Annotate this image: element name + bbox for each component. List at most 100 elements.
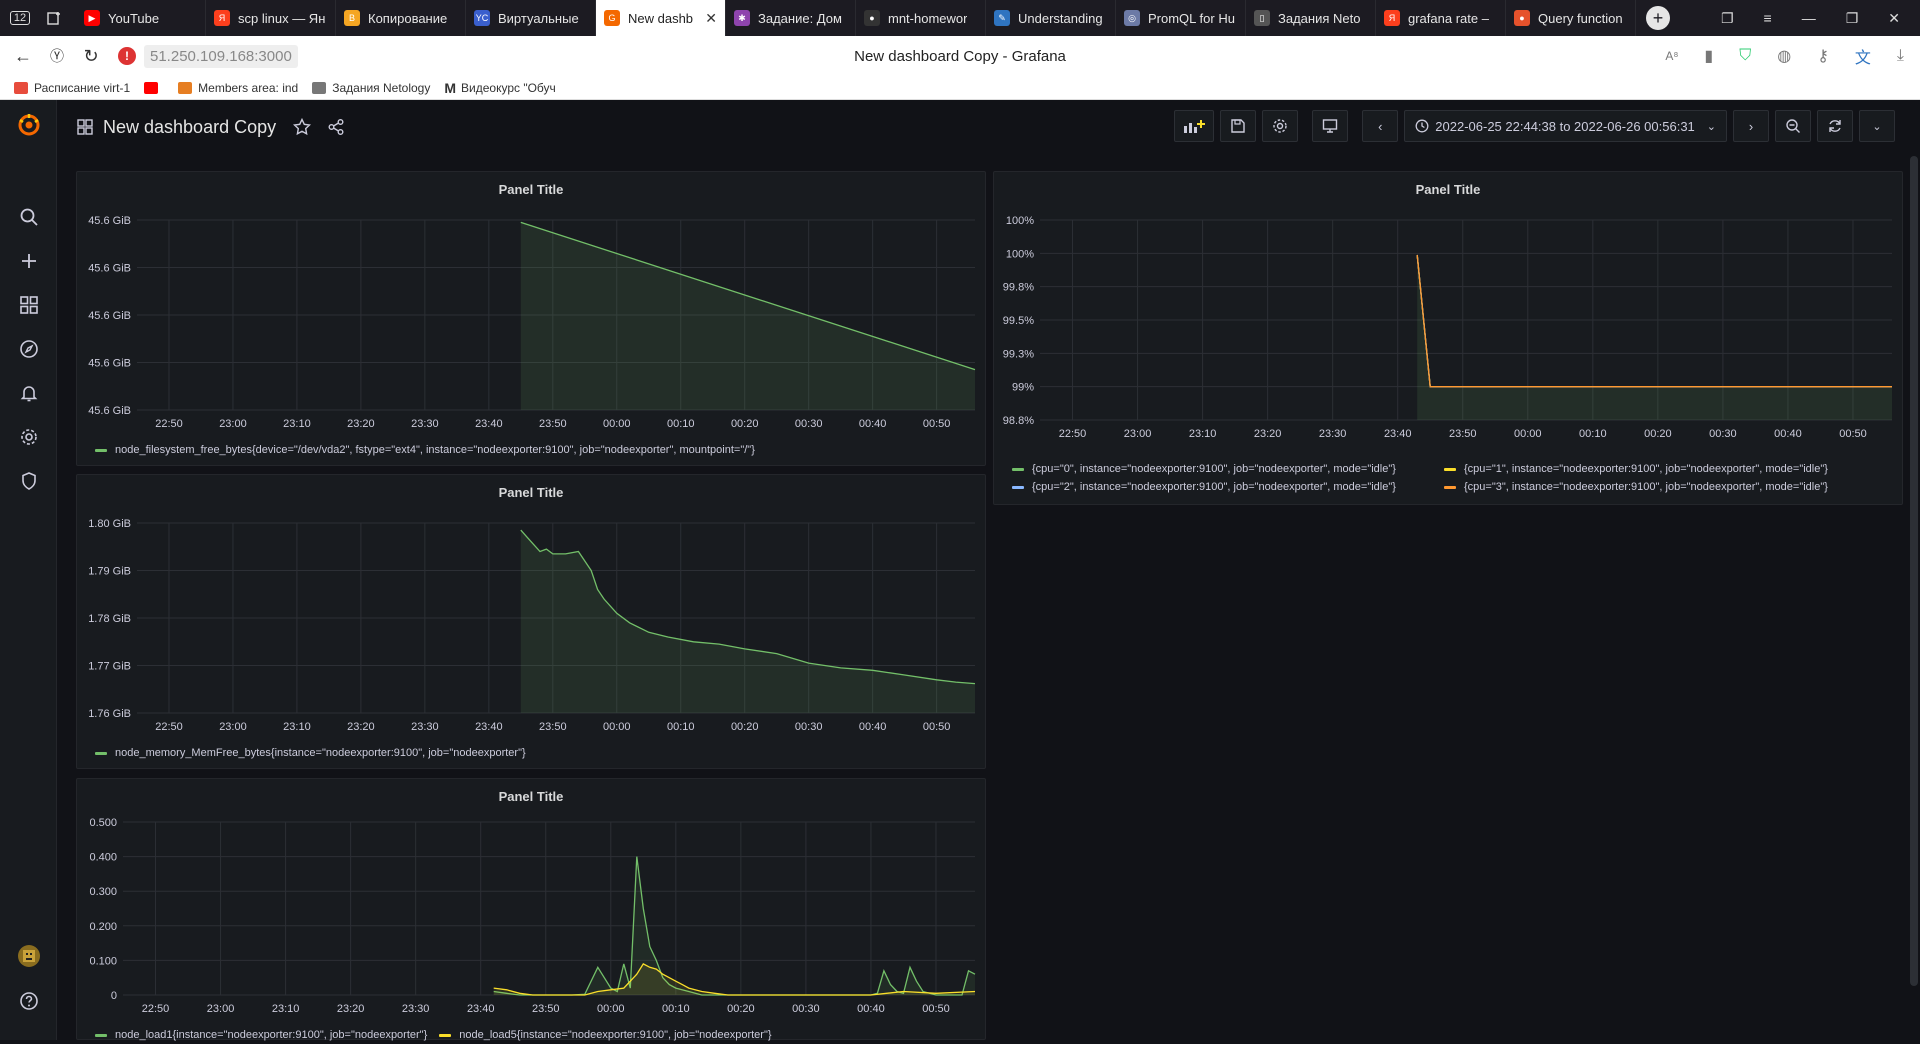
- series-line: [1416, 254, 1892, 388]
- create-plus-icon[interactable]: [16, 248, 42, 274]
- browser-tab[interactable]: ✱ Задание: Дом: [726, 0, 856, 36]
- browser-tab[interactable]: ● mnt-homewor: [856, 0, 986, 36]
- tab-label: Копирование: [368, 10, 448, 26]
- configuration-gear-icon[interactable]: [16, 424, 42, 450]
- dashboard-toolbar: ‹ 2022-06-25 22:44:38 to 2022-06-26 00:5…: [1174, 110, 1895, 142]
- legend-item[interactable]: node_memory_MemFree_bytes{instance="node…: [95, 747, 526, 759]
- zoom-out-button[interactable]: [1775, 110, 1811, 142]
- legend-item[interactable]: {cpu="0", instance="nodeexporter:9100", …: [1012, 463, 1432, 475]
- browser-tab[interactable]: ● Query function: [1506, 0, 1636, 36]
- explore-compass-icon[interactable]: [16, 336, 42, 362]
- browser-tab[interactable]: YC Виртуальные: [466, 0, 596, 36]
- x-tick-label: 23:10: [283, 721, 311, 733]
- browser-tab[interactable]: Яgrafana rate –: [1376, 0, 1506, 36]
- legend-item[interactable]: {cpu="3", instance="nodeexporter:9100", …: [1444, 481, 1828, 493]
- browser-tab[interactable]: B Копирование: [336, 0, 466, 36]
- x-tick-label: 00:10: [662, 1003, 690, 1015]
- y-tick-label: 1.78 GiB: [88, 613, 131, 625]
- cycle-view-mode-button[interactable]: [1312, 110, 1349, 142]
- shield-extension-icon[interactable]: ⛉: [1739, 47, 1751, 65]
- legend-label: node_filesystem_free_bytes{device="/dev/…: [115, 444, 755, 456]
- series-area: [493, 963, 975, 995]
- add-panel-button[interactable]: [1174, 110, 1215, 142]
- minimize-icon[interactable]: —: [1802, 10, 1816, 26]
- refresh-button[interactable]: [1817, 110, 1853, 142]
- time-range-forward-button[interactable]: ›: [1733, 110, 1769, 142]
- load-chart[interactable]: 0.500 0.400 0.300 0.200 0.100 0 22:50 23:00 23:1…: [77, 779, 987, 1041]
- yandex-icon[interactable]: Ⓨ: [40, 39, 74, 73]
- save-dashboard-button[interactable]: [1220, 110, 1257, 142]
- time-picker-button[interactable]: 2022-06-25 22:44:38 to 2022-06-26 00:56:…: [1404, 110, 1727, 142]
- menu-icon[interactable]: ≡: [1764, 10, 1772, 26]
- window-controls: ❐ ≡ — ❐ ✕: [1721, 10, 1920, 27]
- bookmark-item[interactable]: M Видеокурс "Обуч: [444, 80, 555, 96]
- help-icon[interactable]: [16, 988, 42, 1014]
- x-tick-label: 23:40: [1384, 428, 1412, 440]
- grafana-logo-icon[interactable]: [16, 112, 42, 138]
- legend-item[interactable]: node_filesystem_free_bytes{device="/dev/…: [95, 444, 755, 456]
- restore-icon[interactable]: ❐: [1846, 10, 1859, 27]
- collections-icon[interactable]: ❐: [1721, 10, 1734, 27]
- share-icon[interactable]: [326, 117, 346, 137]
- legend-swatch: [95, 751, 107, 755]
- back-button[interactable]: ←: [6, 39, 40, 73]
- browser-tab[interactable]: ◎ PromQL for Hu: [1116, 0, 1246, 36]
- x-tick-label: 00:50: [923, 418, 951, 430]
- alerting-bell-icon[interactable]: [16, 380, 42, 406]
- server-admin-shield-icon[interactable]: [16, 468, 42, 494]
- new-tab-button[interactable]: +: [1646, 6, 1670, 30]
- legend-item[interactable]: node_load5{instance="nodeexporter:9100",…: [439, 1029, 772, 1041]
- vpn-globe-icon[interactable]: ◍: [1777, 46, 1791, 66]
- legend-item[interactable]: {cpu="1", instance="nodeexporter:9100", …: [1444, 463, 1828, 475]
- dashboard-scrollbar[interactable]: [1910, 156, 1918, 986]
- browser-tab[interactable]: Яscp linux — Ян: [206, 0, 336, 36]
- x-tick-label: 00:00: [603, 418, 631, 430]
- cpu-idle-chart[interactable]: 100% 100% 99.8% 99.5% 99.3% 99% 98.8% 22:50 23:0…: [994, 172, 1904, 506]
- bookmark-item[interactable]: [144, 81, 164, 94]
- grafana-side-menu: [0, 100, 57, 1040]
- bookmark-icon[interactable]: ▮: [1704, 46, 1713, 66]
- panel-cpu-idle[interactable]: Panel Title 100% 100% 99.8% 99.5% 99.3% 99% 98…: [993, 171, 1903, 505]
- tab-label: YouTube: [108, 10, 160, 26]
- url-field[interactable]: ! 51.250.109.168:3000: [118, 44, 298, 68]
- filesystem-chart[interactable]: 45.6 GiB 45.6 GiB 45.6 GiB 45.6 GiB 45.6 GiB…: [77, 172, 987, 467]
- x-tick-label: 00:30: [795, 418, 823, 430]
- tab-label: PromQL for Hu: [1148, 10, 1235, 26]
- panel-load-average[interactable]: Panel Title 0.500 0.400 0.300 0.200 0.100 0 22…: [76, 778, 987, 1041]
- dashboard-settings-button[interactable]: [1262, 110, 1299, 142]
- user-avatar[interactable]: [16, 943, 42, 969]
- insecure-warning-icon[interactable]: !: [118, 47, 136, 65]
- bookmark-item[interactable]: Расписание virt-1: [14, 81, 130, 95]
- translate-reader-icon[interactable]: A⁸: [1665, 49, 1678, 63]
- key-extension-icon[interactable]: ⚷: [1817, 46, 1829, 66]
- bookmark-item[interactable]: Members area: ind: [178, 81, 298, 95]
- new-window-icon[interactable]: [40, 4, 68, 32]
- refresh-interval-dropdown[interactable]: ⌄: [1859, 110, 1895, 142]
- dashboard-title[interactable]: New dashboard Copy: [103, 117, 276, 138]
- memory-chart[interactable]: 1.80 GiB 1.79 GiB 1.78 GiB 1.77 GiB 1.76 GiB…: [77, 475, 987, 770]
- tab-count-icon[interactable]: 12: [6, 4, 34, 32]
- browser-tab[interactable]: ▯ Задания Neto: [1246, 0, 1376, 36]
- close-window-icon[interactable]: ✕: [1888, 10, 1900, 27]
- browser-tab[interactable]: G New dashb ✕: [596, 0, 726, 36]
- legend-item[interactable]: node_load1{instance="nodeexporter:9100",…: [95, 1029, 427, 1041]
- x-tick-label: 00:00: [597, 1003, 625, 1015]
- browser-tab[interactable]: ▶ YouTube: [76, 0, 206, 36]
- dashboards-grid-icon[interactable]: [16, 292, 42, 318]
- x-tick-label: 00:20: [1644, 428, 1672, 440]
- panel-filesystem-free[interactable]: Panel Title 45.6 GiB 45.6 GiB 45.6 GiB 45.6…: [76, 171, 986, 466]
- panel-memory-free[interactable]: Panel Title 1.80 GiB 1.79 GiB 1.78 GiB 1.77…: [76, 474, 986, 769]
- download-icon[interactable]: ⤓: [1897, 47, 1904, 65]
- reload-button[interactable]: ↻: [74, 39, 108, 73]
- x-tick-label: 23:50: [539, 721, 567, 733]
- search-icon[interactable]: [16, 204, 42, 230]
- translator-extension-icon[interactable]: 文: [1855, 44, 1871, 68]
- close-tab-icon[interactable]: ✕: [705, 10, 717, 27]
- star-icon[interactable]: [292, 117, 312, 137]
- browser-tab[interactable]: ✎ Understanding: [986, 0, 1116, 36]
- y-tick-label: 45.6 GiB: [88, 263, 131, 275]
- bookmarks-bar: Расписание virt-1 Members area: ind Задани…: [0, 76, 1920, 100]
- legend-item[interactable]: {cpu="2", instance="nodeexporter:9100", …: [1012, 481, 1432, 493]
- bookmark-item[interactable]: Задания Netology: [312, 81, 430, 95]
- time-range-back-button[interactable]: ‹: [1362, 110, 1399, 142]
